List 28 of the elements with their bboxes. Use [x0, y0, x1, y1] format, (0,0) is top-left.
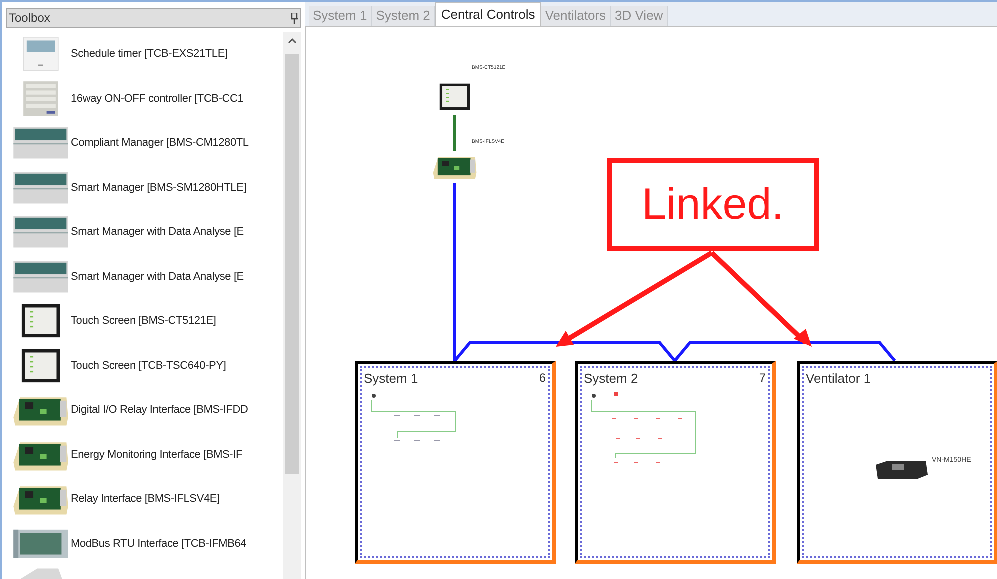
tab[interactable]: Central Controls [435, 2, 542, 26]
toolbox-item-label[interactable]: Smart Manager with Data Analyse [E [71, 224, 244, 240]
scroll-thumb[interactable] [285, 54, 299, 474]
pin-icon[interactable] [291, 12, 298, 24]
scroll-up-icon[interactable] [288, 38, 296, 44]
unit-count: 7 [759, 370, 766, 387]
toolbox-item-label[interactable]: Schedule timer [TCB-EXS21TLE] [71, 46, 228, 62]
toolbox-item-label[interactable]: Digital I/O Relay Interface [BMS-IFDD [71, 402, 248, 418]
toolbox-title: Toolbox [9, 10, 50, 27]
unit-count: 6 [539, 370, 546, 387]
toolbox-item-label[interactable]: Compliant Manager [BMS-CM1280TL [71, 135, 249, 152]
group-title: System 1 [364, 370, 418, 388]
toolbox-item-label[interactable]: Energy Monitoring Interface [BMS-IF [71, 446, 243, 463]
toolbox-item-label[interactable]: ModBus RTU Interface [TCB-IFMB64 [71, 536, 247, 552]
toolbox-item-label[interactable]: 16way ON-OFF controller [TCB-CC1 [71, 90, 244, 107]
scrollbar[interactable] [283, 32, 301, 579]
callout-text: Linked. [642, 178, 784, 230]
toolbox-item-label[interactable]: Smart Manager with Data Analyse [E [71, 268, 244, 285]
connection-line [454, 115, 456, 151]
toolbox-item-label[interactable]: Smart Manager [BMS-SM1280HTLE] [71, 180, 247, 196]
toolbox-item-label[interactable]: Touch Screen [TCB-TSC640-PY] [71, 358, 226, 374]
group-title: System 2 [584, 370, 638, 388]
ventilator-unit-drawing [874, 459, 930, 481]
group-title: Ventilator 1 [806, 370, 872, 388]
system-group[interactable]: System 2 7 [575, 361, 776, 564]
system-group[interactable]: System 1 6 [355, 361, 556, 564]
toolbox-item-label[interactable]: Relay Interface [BMS-IFLSV4E] [71, 491, 220, 508]
toolbox-item-label[interactable]: Touch Screen [BMS-CT5121E] [71, 313, 216, 330]
